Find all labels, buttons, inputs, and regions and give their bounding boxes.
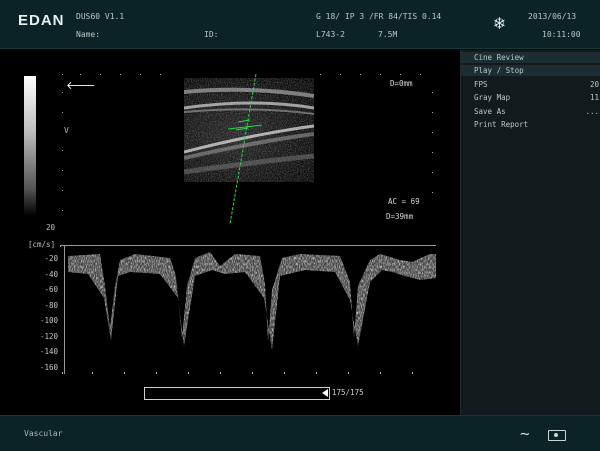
menu-item-print-report[interactable]: Print Report xyxy=(461,119,600,130)
tick-label: -60 xyxy=(44,285,58,294)
tick-label: -80 xyxy=(44,301,58,310)
cine-progress-bar[interactable] xyxy=(144,387,330,400)
exam-time: 10:11:00 xyxy=(542,30,581,39)
tick-label: -20 xyxy=(44,254,58,263)
doppler-spectrum xyxy=(60,246,436,374)
velocity-unit: [cm/s] xyxy=(28,240,56,249)
menu-item-gray-map[interactable]: Gray Map 11 xyxy=(461,92,600,103)
snowflake-icon: ❄ xyxy=(494,13,505,34)
tick-label: -100 xyxy=(39,316,58,325)
menu-item-save-as[interactable]: Save As ... xyxy=(461,106,600,117)
depth-bottom-readout: D=39mm xyxy=(386,212,414,221)
depth-top-readout: D=0mm xyxy=(390,79,413,88)
cine-handle[interactable] xyxy=(322,389,328,397)
angle-correction-readout: AC = 69 xyxy=(388,197,420,206)
status-footer: Vascular ∼ xyxy=(0,415,600,451)
menu-item-play-stop[interactable]: Play / Stop xyxy=(461,65,600,76)
tick-label: -140 xyxy=(39,347,58,356)
exam-date: 2013/06/13 xyxy=(528,12,577,21)
menu-item-cine-review[interactable]: Cine Review xyxy=(461,52,600,63)
exam-preset: Vascular xyxy=(24,429,63,438)
tick-label: -120 xyxy=(39,332,58,341)
waveform-icon: ∼ xyxy=(520,424,530,443)
sample-volume-line xyxy=(227,73,263,225)
cine-frame-counter: 175/175 xyxy=(332,388,364,397)
tick-label: -160 xyxy=(39,363,58,372)
tick-label: -40 xyxy=(44,270,58,279)
menu-item-fps[interactable]: FPS 20 xyxy=(461,79,600,90)
cine-menu-panel: Cine Review Play / Stop FPS 20 Gray Map … xyxy=(460,50,600,415)
camera-icon[interactable] xyxy=(548,430,566,441)
